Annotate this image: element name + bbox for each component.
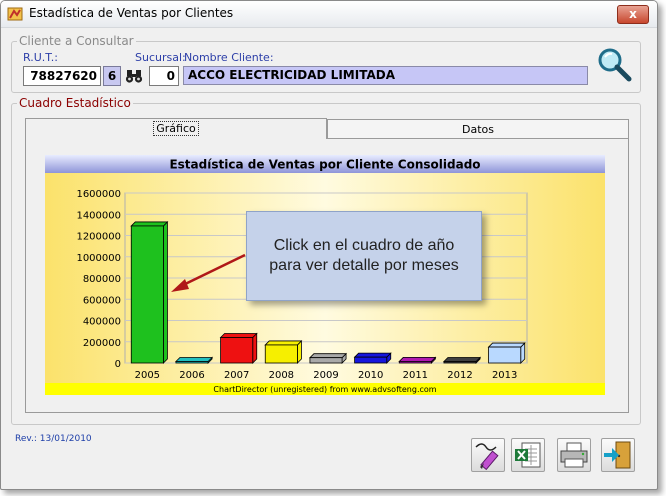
window-title: Estadística de Ventas por Clientes	[29, 6, 234, 20]
exit-door-icon	[604, 441, 631, 469]
tab-grafico[interactable]: Gráfico	[25, 118, 327, 139]
x-tick-label: 2006	[179, 370, 204, 381]
sucursal-label: Sucursal:	[135, 51, 186, 64]
bar-front	[488, 346, 522, 364]
bar-2008[interactable]	[264, 339, 303, 364]
bar-front	[443, 361, 477, 364]
bar-front	[220, 337, 254, 364]
tab-datos-label: Datos	[462, 123, 494, 136]
y-tick-label: 400000	[83, 317, 121, 328]
tab-datos[interactable]: Datos	[327, 119, 629, 138]
bar-top	[219, 333, 258, 338]
edit-button[interactable]	[471, 438, 505, 472]
bar-top	[174, 357, 214, 362]
bar-top	[398, 357, 437, 362]
rut-label: R.U.T.:	[23, 51, 58, 64]
y-tick-label: 0	[115, 359, 121, 370]
bar-front	[398, 361, 432, 364]
annotation-text: Click en el cuadro de año para ver detal…	[269, 237, 459, 274]
rut-field[interactable]: 78827620	[23, 66, 101, 86]
chart-footer: ChartDirector (unregistered) from www.ad…	[213, 385, 436, 394]
bar-front	[175, 361, 209, 364]
printer-icon	[560, 442, 588, 468]
x-tick-label: 2013	[492, 370, 517, 381]
y-tick-label: 1200000	[76, 232, 121, 243]
bar-2012[interactable]	[442, 356, 482, 364]
bar-2006[interactable]	[174, 356, 214, 364]
rut-dv-field: 6	[103, 66, 121, 86]
search-button[interactable]	[595, 45, 633, 83]
bar-2009[interactable]	[308, 352, 348, 364]
y-tick-label: 800000	[83, 274, 121, 285]
main-window: Estadística de Ventas por Clientes x Cli…	[0, 0, 658, 490]
y-tick-label: 200000	[83, 338, 121, 349]
x-tick-label: 2005	[135, 370, 160, 381]
bar-top	[487, 342, 526, 348]
print-button[interactable]	[557, 438, 591, 472]
chart-title: Estadística de Ventas por Cliente Consol…	[169, 158, 480, 172]
bar-side	[252, 332, 258, 364]
title-bar: Estadística de Ventas por Clientes x	[1, 1, 657, 28]
nombre-cliente-field: ACCO ELECTRICIDAD LIMITADA	[183, 66, 588, 85]
y-tick-label: 1600000	[76, 189, 121, 200]
excel-button[interactable]	[511, 438, 545, 472]
bar-top	[353, 352, 392, 358]
y-tick-label: 600000	[83, 295, 121, 306]
exit-button[interactable]	[601, 438, 635, 472]
binoculars-icon	[125, 70, 143, 83]
bar-2011[interactable]	[398, 356, 437, 364]
bar-2010[interactable]	[353, 352, 392, 364]
binoculars-button[interactable]	[124, 66, 144, 86]
bar-front	[130, 225, 164, 364]
close-icon: x	[629, 7, 637, 21]
bar-front	[264, 344, 298, 364]
nombre-label: Nombre Cliente:	[184, 51, 274, 64]
x-tick-label: 2008	[269, 370, 294, 381]
x-tick-label: 2009	[313, 370, 338, 381]
close-button[interactable]: x	[617, 5, 649, 24]
cliente-legend: Cliente a Consultar	[17, 34, 136, 48]
magnifier-icon	[598, 48, 632, 82]
bar-2013[interactable]	[487, 342, 526, 364]
annotation-arrow	[171, 253, 246, 292]
x-tick-label: 2011	[403, 370, 428, 381]
x-tick-label: 2010	[358, 370, 383, 381]
bar-top	[264, 340, 303, 346]
sucursal-field[interactable]: 0	[149, 66, 179, 86]
bar-top	[308, 353, 348, 359]
bar-2007[interactable]	[219, 332, 258, 364]
excel-icon	[515, 442, 541, 468]
bar-top	[442, 357, 482, 362]
pencil-icon	[475, 443, 499, 471]
x-tick-label: 2007	[224, 370, 249, 381]
bar-front	[354, 356, 388, 364]
bar-2005[interactable]	[130, 220, 169, 364]
x-tick-label: 2012	[447, 370, 472, 381]
cuadro-legend: Cuadro Estadístico	[17, 96, 133, 110]
annotation-callout: Click en el cuadro de año para ver detal…	[246, 211, 482, 301]
revision-label: Rev.: 13/01/2010	[15, 434, 92, 444]
bar-top	[130, 221, 169, 227]
bar-front	[309, 357, 343, 364]
y-tick-label: 1000000	[76, 253, 121, 264]
app-icon	[7, 7, 23, 21]
y-tick-label: 1400000	[76, 210, 121, 221]
tab-grafico-label: Gráfico	[153, 121, 199, 136]
